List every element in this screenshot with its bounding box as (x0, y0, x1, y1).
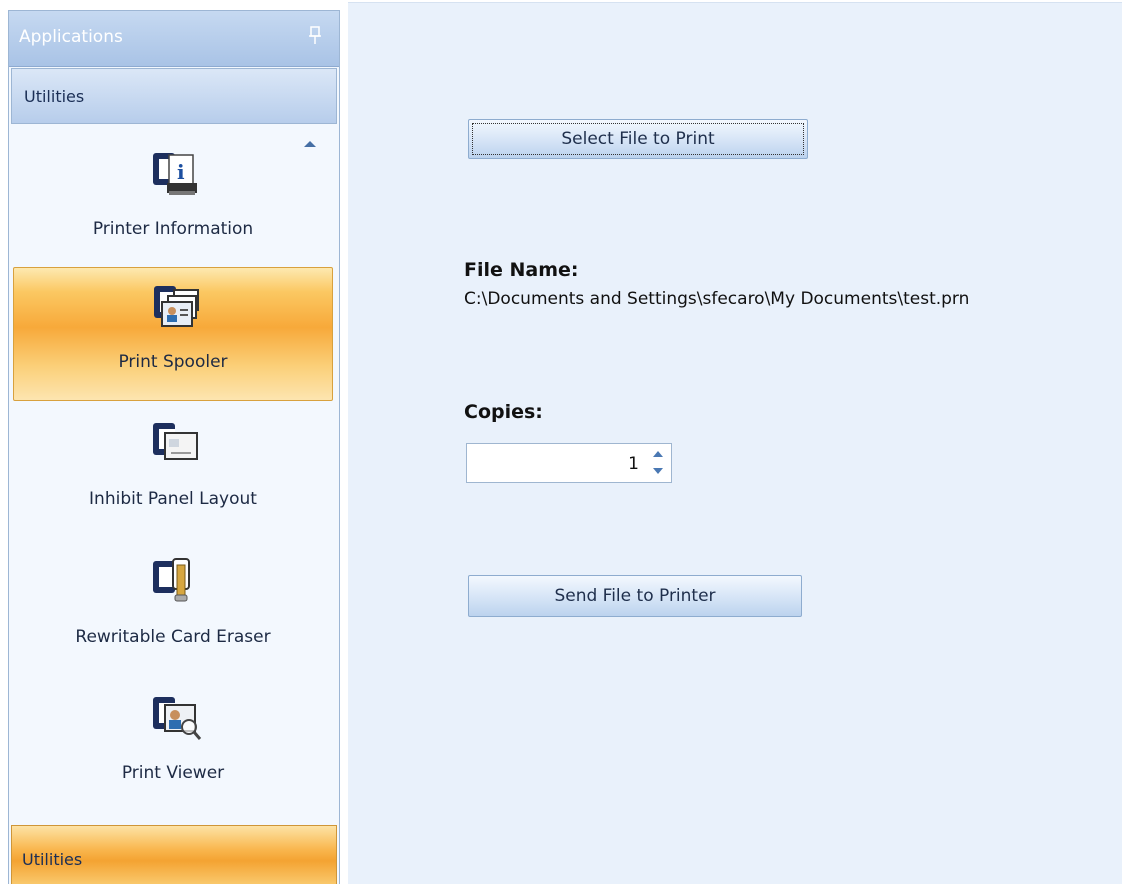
nav-item-inhibit-panel-layout[interactable]: Inhibit Panel Layout (13, 405, 333, 539)
nav-item-rewritable-card-eraser[interactable]: Rewritable Card Eraser (13, 543, 333, 677)
nav-item-label: Print Viewer (121, 763, 225, 783)
file-name-label: File Name: (464, 259, 579, 281)
copies-label: Copies: (464, 401, 543, 423)
nav-item-printer-information[interactable]: i Printer Information (13, 135, 333, 269)
nav-item-print-spooler[interactable]: Print Spooler (13, 267, 333, 401)
select-file-button-label: Select File to Print (561, 129, 715, 149)
nav-pane-title: Applications (19, 27, 123, 47)
printer-info-icon: i (153, 153, 197, 195)
nav-item-label: Printer Information (92, 219, 254, 239)
utilities-section-label: Utilities (24, 87, 85, 106)
inhibit-panel-icon (153, 423, 198, 460)
copies-value: 1 (628, 454, 639, 474)
nav-item-label: Inhibit Panel Layout (89, 489, 257, 509)
nav-item-label: Rewritable Card Eraser (75, 627, 271, 647)
nav-item-print-viewer[interactable]: Print Viewer (13, 679, 333, 813)
nav-item-label: Print Spooler (118, 352, 228, 372)
nav-pane-header: Applications (9, 11, 339, 67)
pin-icon[interactable] (307, 25, 323, 47)
spin-up-icon[interactable] (653, 451, 663, 457)
copies-stepper[interactable]: 1 (466, 443, 672, 483)
utilities-section-header[interactable]: Utilities (11, 68, 337, 124)
spin-down-icon[interactable] (653, 468, 663, 474)
content-pane: Select File to Print File Name: C:\Docum… (348, 2, 1122, 884)
send-file-button[interactable]: Send File to Printer (468, 575, 802, 617)
select-file-button[interactable]: Select File to Print (468, 119, 808, 159)
utilities-footer-button[interactable]: Utilities (11, 825, 337, 884)
send-file-button-label: Send File to Printer (554, 586, 716, 606)
card-eraser-icon (153, 558, 190, 602)
file-name-value: C:\Documents and Settings\sfecaro\My Doc… (464, 289, 970, 309)
print-viewer-icon (153, 697, 202, 740)
navigation-pane: Applications Utilities i Printer Informa… (8, 10, 340, 884)
print-spooler-icon (154, 286, 199, 327)
svg-text:i: i (177, 160, 185, 184)
utilities-footer-label: Utilities (22, 850, 83, 869)
